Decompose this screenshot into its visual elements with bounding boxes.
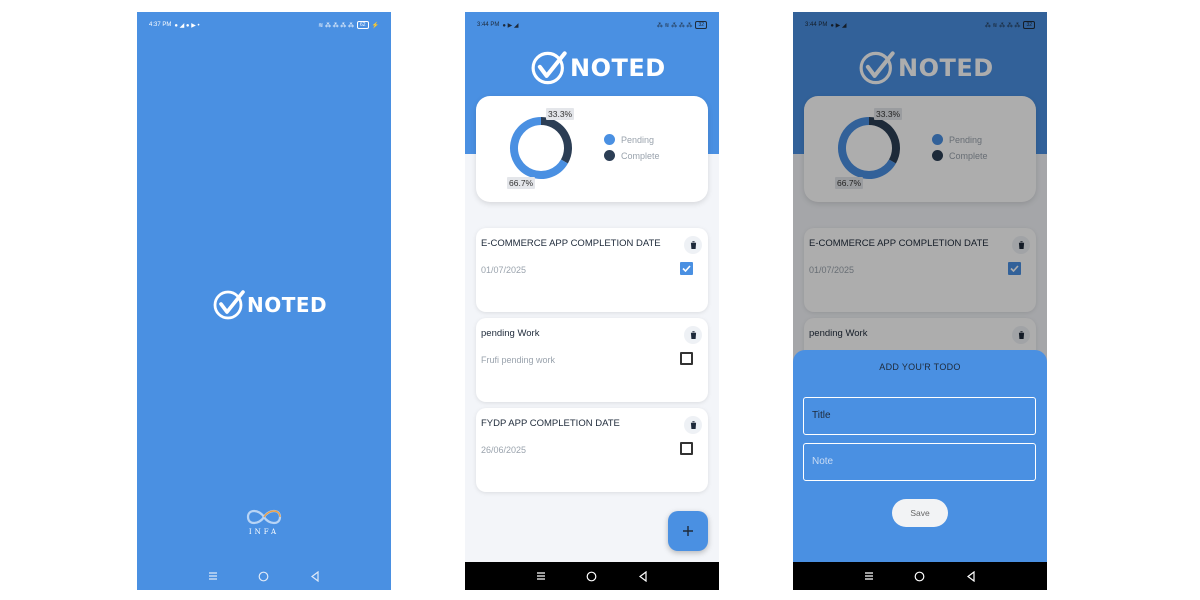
system-nav-bar	[465, 562, 719, 590]
trash-icon	[689, 331, 697, 339]
status-bar: 4:37 PM ● ◢ ● ▶ • ≋ ⁂ ⁂ ⁂ ⁂ 62 ⚡	[137, 12, 391, 38]
todo-note: 26/06/2025	[481, 445, 527, 455]
charging-icon: ⚡	[371, 22, 379, 29]
trash-icon	[689, 241, 697, 249]
donut-slice-complete	[540, 117, 572, 164]
check-circle-icon	[531, 51, 567, 85]
legend-item-complete: Complete	[604, 150, 660, 161]
logo-text: NOTED	[570, 54, 666, 82]
menu-icon	[536, 572, 545, 580]
battery-icon: 32	[695, 21, 707, 29]
menu-icon	[864, 572, 873, 580]
note-input[interactable]: Note	[803, 443, 1036, 481]
todo-card[interactable]: pending Work Frufi pending work	[476, 318, 708, 402]
recents-button[interactable]	[859, 566, 879, 586]
back-button[interactable]	[961, 566, 981, 586]
system-nav-bar	[793, 562, 1047, 590]
delete-button[interactable]	[684, 326, 702, 344]
title-input[interactable]: Title	[803, 397, 1036, 435]
todo-note: 01/07/2025	[481, 265, 527, 275]
todo-title: E-COMMERCE APP COMPLETION DATE	[481, 238, 661, 249]
todo-checkbox[interactable]	[680, 262, 693, 275]
add-todo-button[interactable]	[668, 511, 708, 551]
home-circle-icon	[259, 571, 269, 581]
chart-legend: Pending Complete	[604, 134, 660, 161]
delete-button[interactable]	[684, 416, 702, 434]
menu-icon	[208, 572, 217, 580]
system-nav-bar	[137, 562, 391, 590]
delete-button[interactable]	[684, 236, 702, 254]
back-button[interactable]	[633, 566, 653, 586]
pending-dot-icon	[604, 134, 615, 145]
splash-screen: 4:37 PM ● ◢ ● ▶ • ≋ ⁂ ⁂ ⁂ ⁂ 62 ⚡ NOTED I…	[137, 12, 391, 590]
legend-label: Complete	[621, 150, 660, 161]
complete-percent-label: 33.3%	[546, 108, 575, 120]
back-triangle-icon	[967, 570, 975, 582]
todo-card[interactable]: E-COMMERCE APP COMPLETION DATE 01/07/202…	[476, 228, 708, 312]
todo-title: pending Work	[481, 328, 540, 339]
recents-button[interactable]	[531, 566, 551, 586]
check-icon	[682, 265, 691, 272]
complete-dot-icon	[604, 150, 615, 161]
legend-item-pending: Pending	[604, 134, 660, 145]
infinity-icon	[246, 509, 282, 525]
brand-text: INFA	[248, 528, 280, 536]
home-button[interactable]	[910, 566, 930, 586]
sheet-title: ADD YOU'R TODO	[879, 362, 961, 372]
stats-chart-card: 33.3% 66.7% Pending Complete	[476, 96, 708, 202]
home-circle-icon	[587, 571, 597, 581]
todo-note: Frufi pending work	[481, 355, 556, 365]
recents-button[interactable]	[203, 566, 223, 586]
add-todo-screen: 3:44 PM ● ▶ ◢ ⁂ ≋ ⁂ ⁂ ⁂ 32 NOTED 33.3% 6…	[793, 12, 1047, 590]
legend-label: Pending	[621, 134, 655, 145]
pending-percent-label: 66.7%	[507, 177, 536, 189]
signal-icons: ⁂ ≋ ⁂ ⁂ ⁂	[656, 22, 693, 29]
status-time: 3:44 PM	[477, 22, 500, 28]
save-button[interactable]: Save	[892, 499, 948, 527]
signal-icons: ≋ ⁂ ⁂ ⁂ ⁂	[318, 22, 354, 29]
notification-icons: ● ▶ ◢	[502, 22, 519, 29]
todo-title: FYDP APP COMPLETION DATE	[481, 418, 620, 429]
check-circle-icon	[213, 290, 245, 320]
logo-text: NOTED	[247, 293, 328, 317]
battery-icon: 62	[356, 21, 369, 29]
back-triangle-icon	[311, 570, 319, 582]
brand-logo: INFA	[245, 508, 283, 536]
app-logo: NOTED	[530, 50, 666, 86]
trash-icon	[689, 421, 697, 429]
status-time: 4:37 PM	[149, 22, 172, 28]
todo-checkbox[interactable]	[680, 442, 693, 455]
todo-list-screen: 3:44 PM ● ▶ ◢ ⁂ ≋ ⁂ ⁂ ⁂ 32 NOTED 33.3% 6…	[465, 12, 719, 590]
status-bar: 3:44 PM ● ▶ ◢ ⁂ ≋ ⁂ ⁂ ⁂ 32	[465, 12, 719, 38]
add-todo-sheet: ADD YOU'R TODO Title Note Save	[793, 350, 1047, 562]
home-button[interactable]	[254, 566, 274, 586]
todo-card[interactable]: FYDP APP COMPLETION DATE 26/06/2025	[476, 408, 708, 492]
notification-icons: ● ◢ ● ▶ •	[174, 22, 200, 29]
home-button[interactable]	[582, 566, 602, 586]
back-button[interactable]	[305, 566, 325, 586]
todo-checkbox[interactable]	[680, 352, 693, 365]
app-logo: NOTED	[213, 289, 327, 321]
home-circle-icon	[915, 571, 925, 581]
plus-icon	[683, 526, 693, 536]
back-triangle-icon	[639, 570, 647, 582]
